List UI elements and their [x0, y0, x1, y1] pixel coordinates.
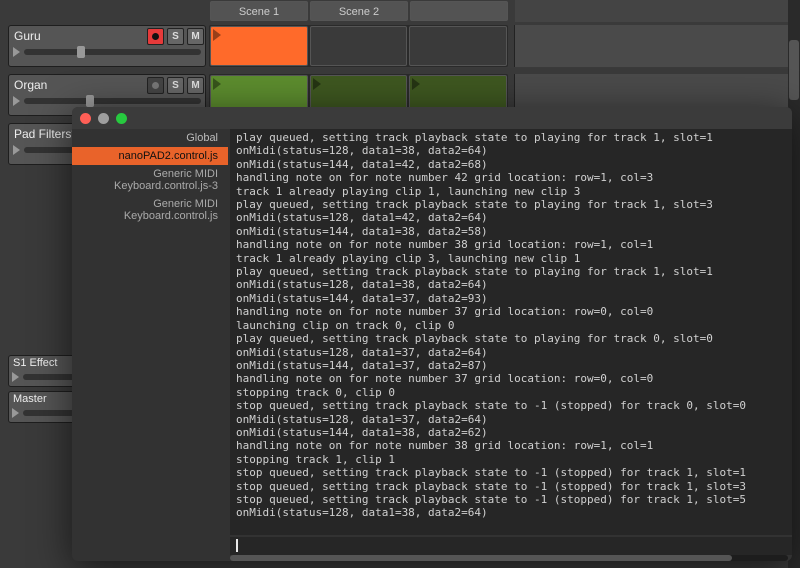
- console-log[interactable]: play queued, setting track playback stat…: [230, 129, 792, 535]
- solo-button[interactable]: S: [167, 77, 184, 94]
- track-name[interactable]: Guru: [10, 27, 144, 45]
- log-text: play queued, setting track playback stat…: [230, 129, 792, 522]
- sidebar-item-generic-midi-3[interactable]: Generic MIDI Keyboard.control.js-3: [72, 165, 228, 195]
- scene-header[interactable]: Scene 1: [210, 1, 308, 21]
- expand-arrow-icon[interactable]: [12, 408, 19, 418]
- arranger-lane[interactable]: [514, 25, 800, 67]
- volume-fader[interactable]: [24, 49, 201, 55]
- scene-header-empty[interactable]: [410, 1, 508, 21]
- mute-button[interactable]: M: [187, 77, 204, 94]
- sidebar-item-global[interactable]: Global: [72, 129, 228, 147]
- record-dot-icon: [152, 33, 159, 40]
- text-cursor-icon: [236, 539, 238, 552]
- zoom-icon[interactable]: [116, 113, 127, 124]
- mute-button[interactable]: M: [187, 28, 204, 45]
- script-console-window: Global nanoPAD2.control.js Generic MIDI …: [72, 107, 792, 561]
- scene-header-row: Scene 1 Scene 2: [8, 0, 800, 22]
- sidebar-item-nanopad2[interactable]: nanoPAD2.control.js: [72, 147, 228, 165]
- record-arm-button[interactable]: [147, 28, 164, 45]
- titlebar[interactable]: [72, 107, 792, 129]
- expand-arrow-icon[interactable]: [12, 372, 19, 382]
- record-dot-icon: [152, 82, 159, 89]
- expand-arrow-icon[interactable]: [13, 47, 20, 57]
- minimize-icon[interactable]: [98, 113, 109, 124]
- console-sidebar: Global nanoPAD2.control.js Generic MIDI …: [72, 129, 228, 225]
- console-input[interactable]: [230, 537, 792, 555]
- horizontal-scrollbar[interactable]: [230, 555, 788, 561]
- expand-arrow-icon[interactable]: [13, 145, 20, 155]
- scrollbar-thumb[interactable]: [789, 40, 799, 100]
- header-spacer: [8, 0, 206, 22]
- clip-slot[interactable]: [409, 26, 507, 66]
- scene-headers: Scene 1 Scene 2: [209, 0, 509, 22]
- daw-window: Scene 1 Scene 2 Guru S M: [0, 0, 800, 568]
- record-arm-button[interactable]: [147, 77, 164, 94]
- volume-fader[interactable]: [24, 98, 201, 104]
- scene-header[interactable]: Scene 2: [310, 1, 408, 21]
- clip-launcher-row: [209, 25, 508, 67]
- clip-slot[interactable]: [210, 26, 308, 66]
- clip-slot[interactable]: [310, 26, 408, 66]
- play-icon: [213, 29, 221, 41]
- expand-arrow-icon[interactable]: [13, 96, 20, 106]
- sidebar-item-generic-midi[interactable]: Generic MIDI Keyboard.control.js: [72, 195, 228, 225]
- close-icon[interactable]: [80, 113, 91, 124]
- track-header-guru[interactable]: Guru S M: [8, 25, 206, 67]
- scrollbar-thumb[interactable]: [230, 555, 732, 561]
- play-icon: [313, 78, 321, 90]
- play-icon: [412, 78, 420, 90]
- track-row: Guru S M: [8, 25, 800, 67]
- track-name[interactable]: Organ: [10, 76, 144, 94]
- solo-button[interactable]: S: [167, 28, 184, 45]
- play-icon: [213, 78, 221, 90]
